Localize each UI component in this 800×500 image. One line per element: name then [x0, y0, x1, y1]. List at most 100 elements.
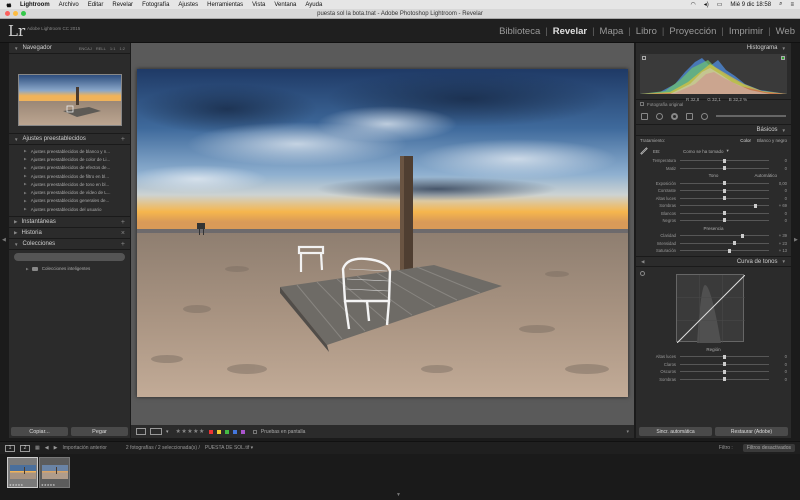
slider-track[interactable]	[680, 362, 769, 367]
slider-thumb[interactable]	[754, 203, 758, 208]
auto-tone-button[interactable]: Automático	[754, 173, 777, 178]
color-label-green[interactable]	[224, 429, 229, 434]
preset-folder[interactable]: ▶ Ajustes preestablecidos generales de...	[9, 197, 130, 205]
auto-sync-button[interactable]: Sincr. automática	[639, 427, 712, 436]
slider-track[interactable]	[680, 369, 769, 374]
slider-track[interactable]	[680, 248, 769, 253]
preset-folder[interactable]: ▶ Ajustes preestablecidos de vídeo de L..…	[9, 188, 130, 196]
list-icon[interactable]: ≡	[790, 2, 794, 8]
slider-track[interactable]	[680, 241, 769, 246]
slider-thumb[interactable]	[723, 369, 726, 374]
graduated-filter-icon[interactable]	[686, 112, 693, 120]
slider-value[interactable]: 0	[773, 196, 787, 201]
add-preset-icon[interactable]: +	[121, 136, 125, 143]
eyedropper-icon[interactable]	[640, 147, 648, 155]
menu-ventana[interactable]: Ventana	[274, 2, 296, 8]
menu-app-name[interactable]: Lightroom	[20, 2, 50, 8]
dropdown-arrow-icon[interactable]: ▾	[727, 148, 729, 154]
slider-thumb[interactable]	[723, 188, 726, 193]
smart-collections-item[interactable]: ▶ Colecciones inteligentes	[9, 264, 130, 273]
target-adjust-icon[interactable]	[640, 271, 645, 277]
slider-value[interactable]: 0	[773, 158, 787, 163]
module-imprimir[interactable]: Imprimir	[724, 26, 768, 37]
preset-folder[interactable]: ▶ Ajustes preestablecidos de filtro en bl…	[9, 172, 130, 180]
navigator-header[interactable]: ▼ Navegador ENCAJ RELL 1:1 1:2	[9, 43, 130, 54]
nav-1to1-option[interactable]: 1:1	[110, 46, 116, 51]
close-window-button[interactable]	[5, 11, 10, 16]
preset-folder[interactable]: ▶ Ajustes preestablecidos del usuario	[9, 205, 130, 213]
slider-track[interactable]	[680, 188, 769, 193]
navigator-thumbnail[interactable]	[18, 74, 122, 126]
slider-value[interactable]: 0	[773, 188, 787, 193]
right-panel-toggle-icon[interactable]: ▶	[794, 237, 798, 243]
collections-search-input[interactable]	[14, 253, 125, 262]
slider-value[interactable]: 0	[773, 354, 787, 359]
slider-thumb[interactable]	[723, 181, 726, 186]
module-libro[interactable]: Libro	[631, 26, 662, 37]
clear-history-icon[interactable]: ×	[121, 230, 125, 237]
module-web[interactable]: Web	[771, 26, 800, 37]
tone-curve-header[interactable]: ◀ Curva de tonos ▼	[636, 256, 791, 268]
spot-removal-icon[interactable]	[656, 112, 663, 120]
filmstrip-thumbnail[interactable]: ★★★★★	[39, 457, 70, 488]
color-label-purple[interactable]	[240, 429, 245, 434]
slider-track[interactable]	[680, 233, 769, 238]
menu-ajustes[interactable]: Ajustes	[178, 2, 198, 8]
color-label-blue[interactable]	[232, 429, 237, 434]
dropdown-arrow-icon[interactable]: ▾	[166, 429, 169, 435]
before-after-icon[interactable]	[150, 428, 162, 435]
slider-thumb[interactable]	[723, 377, 726, 382]
treatment-color-option[interactable]: Color	[740, 138, 751, 143]
slider-value[interactable]: 0,00	[773, 181, 787, 186]
slider-value[interactable]: + 13	[773, 248, 787, 253]
slider-track[interactable]	[680, 181, 769, 186]
nav-1to2-option[interactable]: 1:2	[119, 46, 125, 51]
module-mapa[interactable]: Mapa	[595, 26, 629, 37]
copy-settings-button[interactable]: Copiar...	[11, 427, 68, 436]
menu-archivo[interactable]: Archivo	[59, 2, 79, 8]
menu-clock[interactable]: Mié 9 dic 18:58	[730, 2, 771, 8]
slider-track[interactable]	[680, 211, 769, 216]
slider-thumb[interactable]	[723, 362, 726, 367]
slider-value[interactable]: + 23	[773, 241, 787, 246]
presets-header[interactable]: ▼ Ajustes preestablecidos +	[9, 134, 130, 145]
reset-adobe-button[interactable]: Restaurar (Adobe)	[715, 427, 788, 436]
toolbar-menu-icon[interactable]: ▾	[626, 429, 629, 435]
navigator-preview[interactable]	[9, 54, 130, 134]
histogram-graph[interactable]	[640, 54, 787, 94]
original-photo-checkbox[interactable]	[640, 102, 644, 106]
color-label-yellow[interactable]	[216, 429, 221, 434]
slider-value[interactable]: + 69	[773, 203, 787, 208]
slider-value[interactable]: 0	[773, 211, 787, 216]
highlight-clip-icon[interactable]	[781, 56, 785, 60]
slider-track[interactable]	[680, 158, 769, 163]
search-icon[interactable]: ⌕	[779, 1, 782, 8]
slider-track[interactable]	[680, 166, 769, 171]
slider-track[interactable]	[680, 354, 769, 359]
zoom-window-button[interactable]	[21, 11, 26, 16]
color-label-red[interactable]	[208, 429, 213, 434]
history-header[interactable]: ▶ Historia ×	[9, 228, 130, 240]
nav-fit-option[interactable]: ENCAJ	[79, 46, 92, 51]
minimize-window-button[interactable]	[13, 11, 18, 16]
menu-ayuda[interactable]: Ayuda	[305, 2, 322, 8]
slider-thumb[interactable]	[732, 241, 736, 246]
forward-arrow-icon[interactable]: ▶	[54, 445, 58, 451]
volume-icon[interactable]: ◂)	[704, 1, 709, 8]
paste-settings-button[interactable]: Pegar	[71, 427, 128, 436]
wifi-icon[interactable]: ◠	[690, 1, 695, 8]
slider-thumb[interactable]	[723, 211, 726, 216]
add-collection-icon[interactable]: +	[121, 241, 125, 248]
red-eye-icon[interactable]	[671, 112, 678, 120]
histogram-header[interactable]: Histograma ▼	[636, 43, 791, 53]
menu-editar[interactable]: Editar	[88, 2, 104, 8]
preset-folder[interactable]: ▶ Ajustes preestablecidos de blanco y n..…	[9, 147, 130, 155]
rating-stars[interactable]: ★★★★★	[176, 428, 205, 435]
slider-thumb[interactable]	[723, 218, 726, 223]
basic-header[interactable]: Básicos ▼	[636, 125, 791, 136]
filmstrip-toggle-icon[interactable]: ▼	[396, 492, 401, 498]
slider-thumb[interactable]	[723, 166, 726, 171]
nav-fill-option[interactable]: RELL	[96, 46, 106, 51]
slider-value[interactable]: 0	[773, 166, 787, 171]
wb-dropdown[interactable]: Como se ha tomado	[683, 149, 724, 154]
